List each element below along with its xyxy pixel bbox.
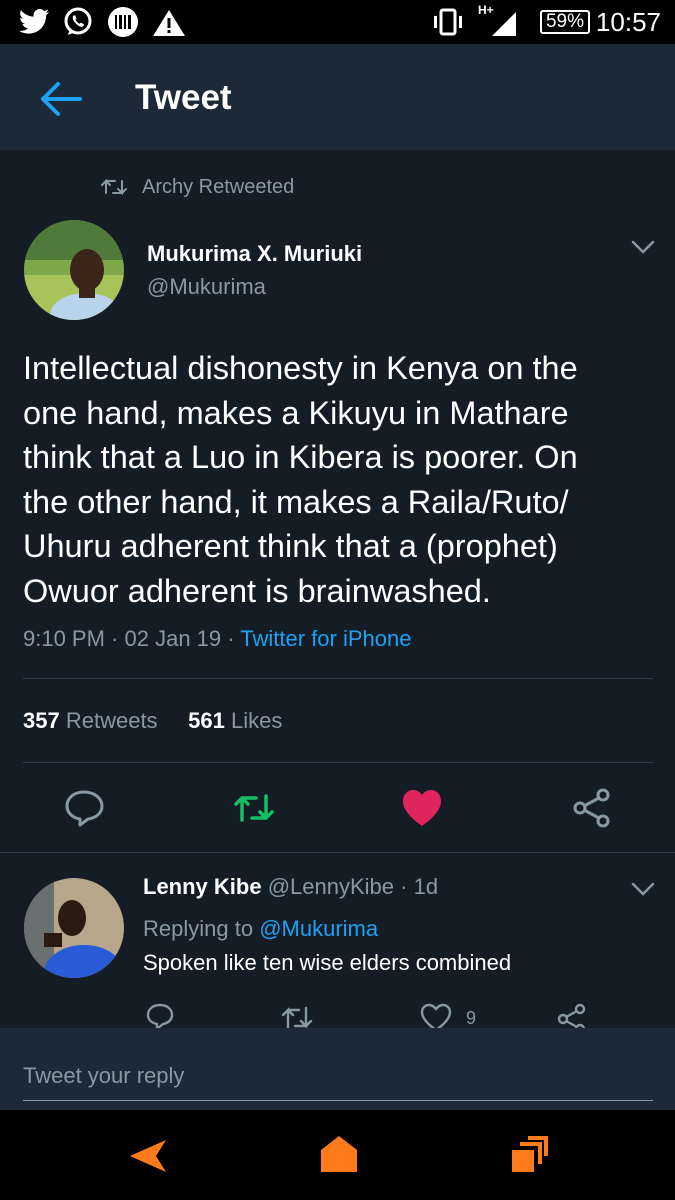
like-filled-icon[interactable] [400, 786, 444, 830]
reply-header: Lenny Kibe @LennyKibe · 1d [143, 874, 439, 899]
retweet-icon[interactable] [280, 1002, 314, 1030]
android-nav-bar [0, 1110, 675, 1200]
back-arrow-icon[interactable] [38, 80, 82, 118]
retweet-context-label: Archy Retweeted [142, 175, 295, 198]
chevron-down-icon[interactable] [630, 880, 656, 898]
retweets-count: 357 [23, 708, 60, 733]
reply-avatar-photo [24, 878, 124, 978]
nav-home-icon[interactable] [320, 1134, 358, 1174]
tweet-date: 02 Jan 19 [124, 626, 222, 651]
tweet-text: Intellectual dishonesty in Kenya on the … [23, 350, 578, 609]
author-handle[interactable]: @Mukurima [147, 274, 266, 300]
replying-to-handle[interactable]: @Mukurima [259, 916, 378, 941]
barcode-app-icon [108, 7, 138, 37]
page-title: Tweet [135, 78, 232, 117]
nav-back-icon[interactable] [128, 1138, 168, 1174]
whatsapp-icon [64, 7, 92, 35]
tweet-time: 9:10 PM [23, 626, 105, 651]
divider [0, 852, 675, 853]
retweets-label: Retweets [65, 708, 158, 733]
tweet-metadata: 9:10 PM · 02 Jan 19 · Twitter for iPhone [23, 626, 412, 651]
reply-input[interactable] [23, 1052, 653, 1101]
share-icon[interactable] [570, 786, 614, 830]
like-icon[interactable] [420, 1002, 452, 1030]
clock: 10:57 [595, 7, 661, 37]
reply-icon[interactable] [145, 1002, 175, 1030]
reply-avatar[interactable] [24, 878, 124, 978]
reply-text: Spoken like ten wise elders combined [143, 950, 512, 975]
replying-to-label: Replying to [143, 916, 254, 941]
reply-author-handle[interactable]: @LennyKibe [268, 874, 394, 899]
author-avatar-photo [24, 220, 124, 320]
share-icon[interactable] [556, 1002, 588, 1030]
divider [23, 678, 653, 679]
retweets-stat[interactable]: 357 Retweets [23, 708, 158, 733]
vibrate-icon [434, 8, 462, 36]
status-bar: H+ 59% 10:57 [0, 0, 675, 44]
top-app-bar [0, 44, 675, 150]
battery-indicator: 59% [540, 10, 590, 34]
chevron-down-icon[interactable] [630, 238, 656, 256]
tweet-stats: 357 Retweets 561 Likes [23, 708, 282, 734]
likes-label: Likes [230, 708, 283, 733]
reply-icon[interactable] [62, 786, 106, 830]
retweet-icon [101, 178, 127, 196]
replying-to: Replying to @Mukurima [143, 916, 378, 942]
author-avatar[interactable] [24, 220, 124, 320]
warning-icon [153, 10, 185, 36]
reply-like-count: 9 [466, 1008, 477, 1028]
twitter-icon [19, 9, 49, 34]
retweet-button-icon[interactable] [232, 786, 276, 830]
signal-icon [492, 12, 516, 36]
tweet-source-link[interactable]: Twitter for iPhone [240, 626, 411, 651]
likes-stat[interactable]: 561 Likes [188, 708, 282, 733]
author-name[interactable]: Mukurima X. Muriuki [147, 241, 362, 267]
likes-count: 561 [188, 708, 225, 733]
divider [23, 762, 653, 763]
retweet-context[interactable]: Archy Retweeted [100, 172, 294, 202]
nav-recents-icon[interactable] [510, 1136, 548, 1174]
reply-author-name[interactable]: Lenny Kibe [143, 874, 262, 899]
reply-age: 1d [413, 874, 439, 899]
